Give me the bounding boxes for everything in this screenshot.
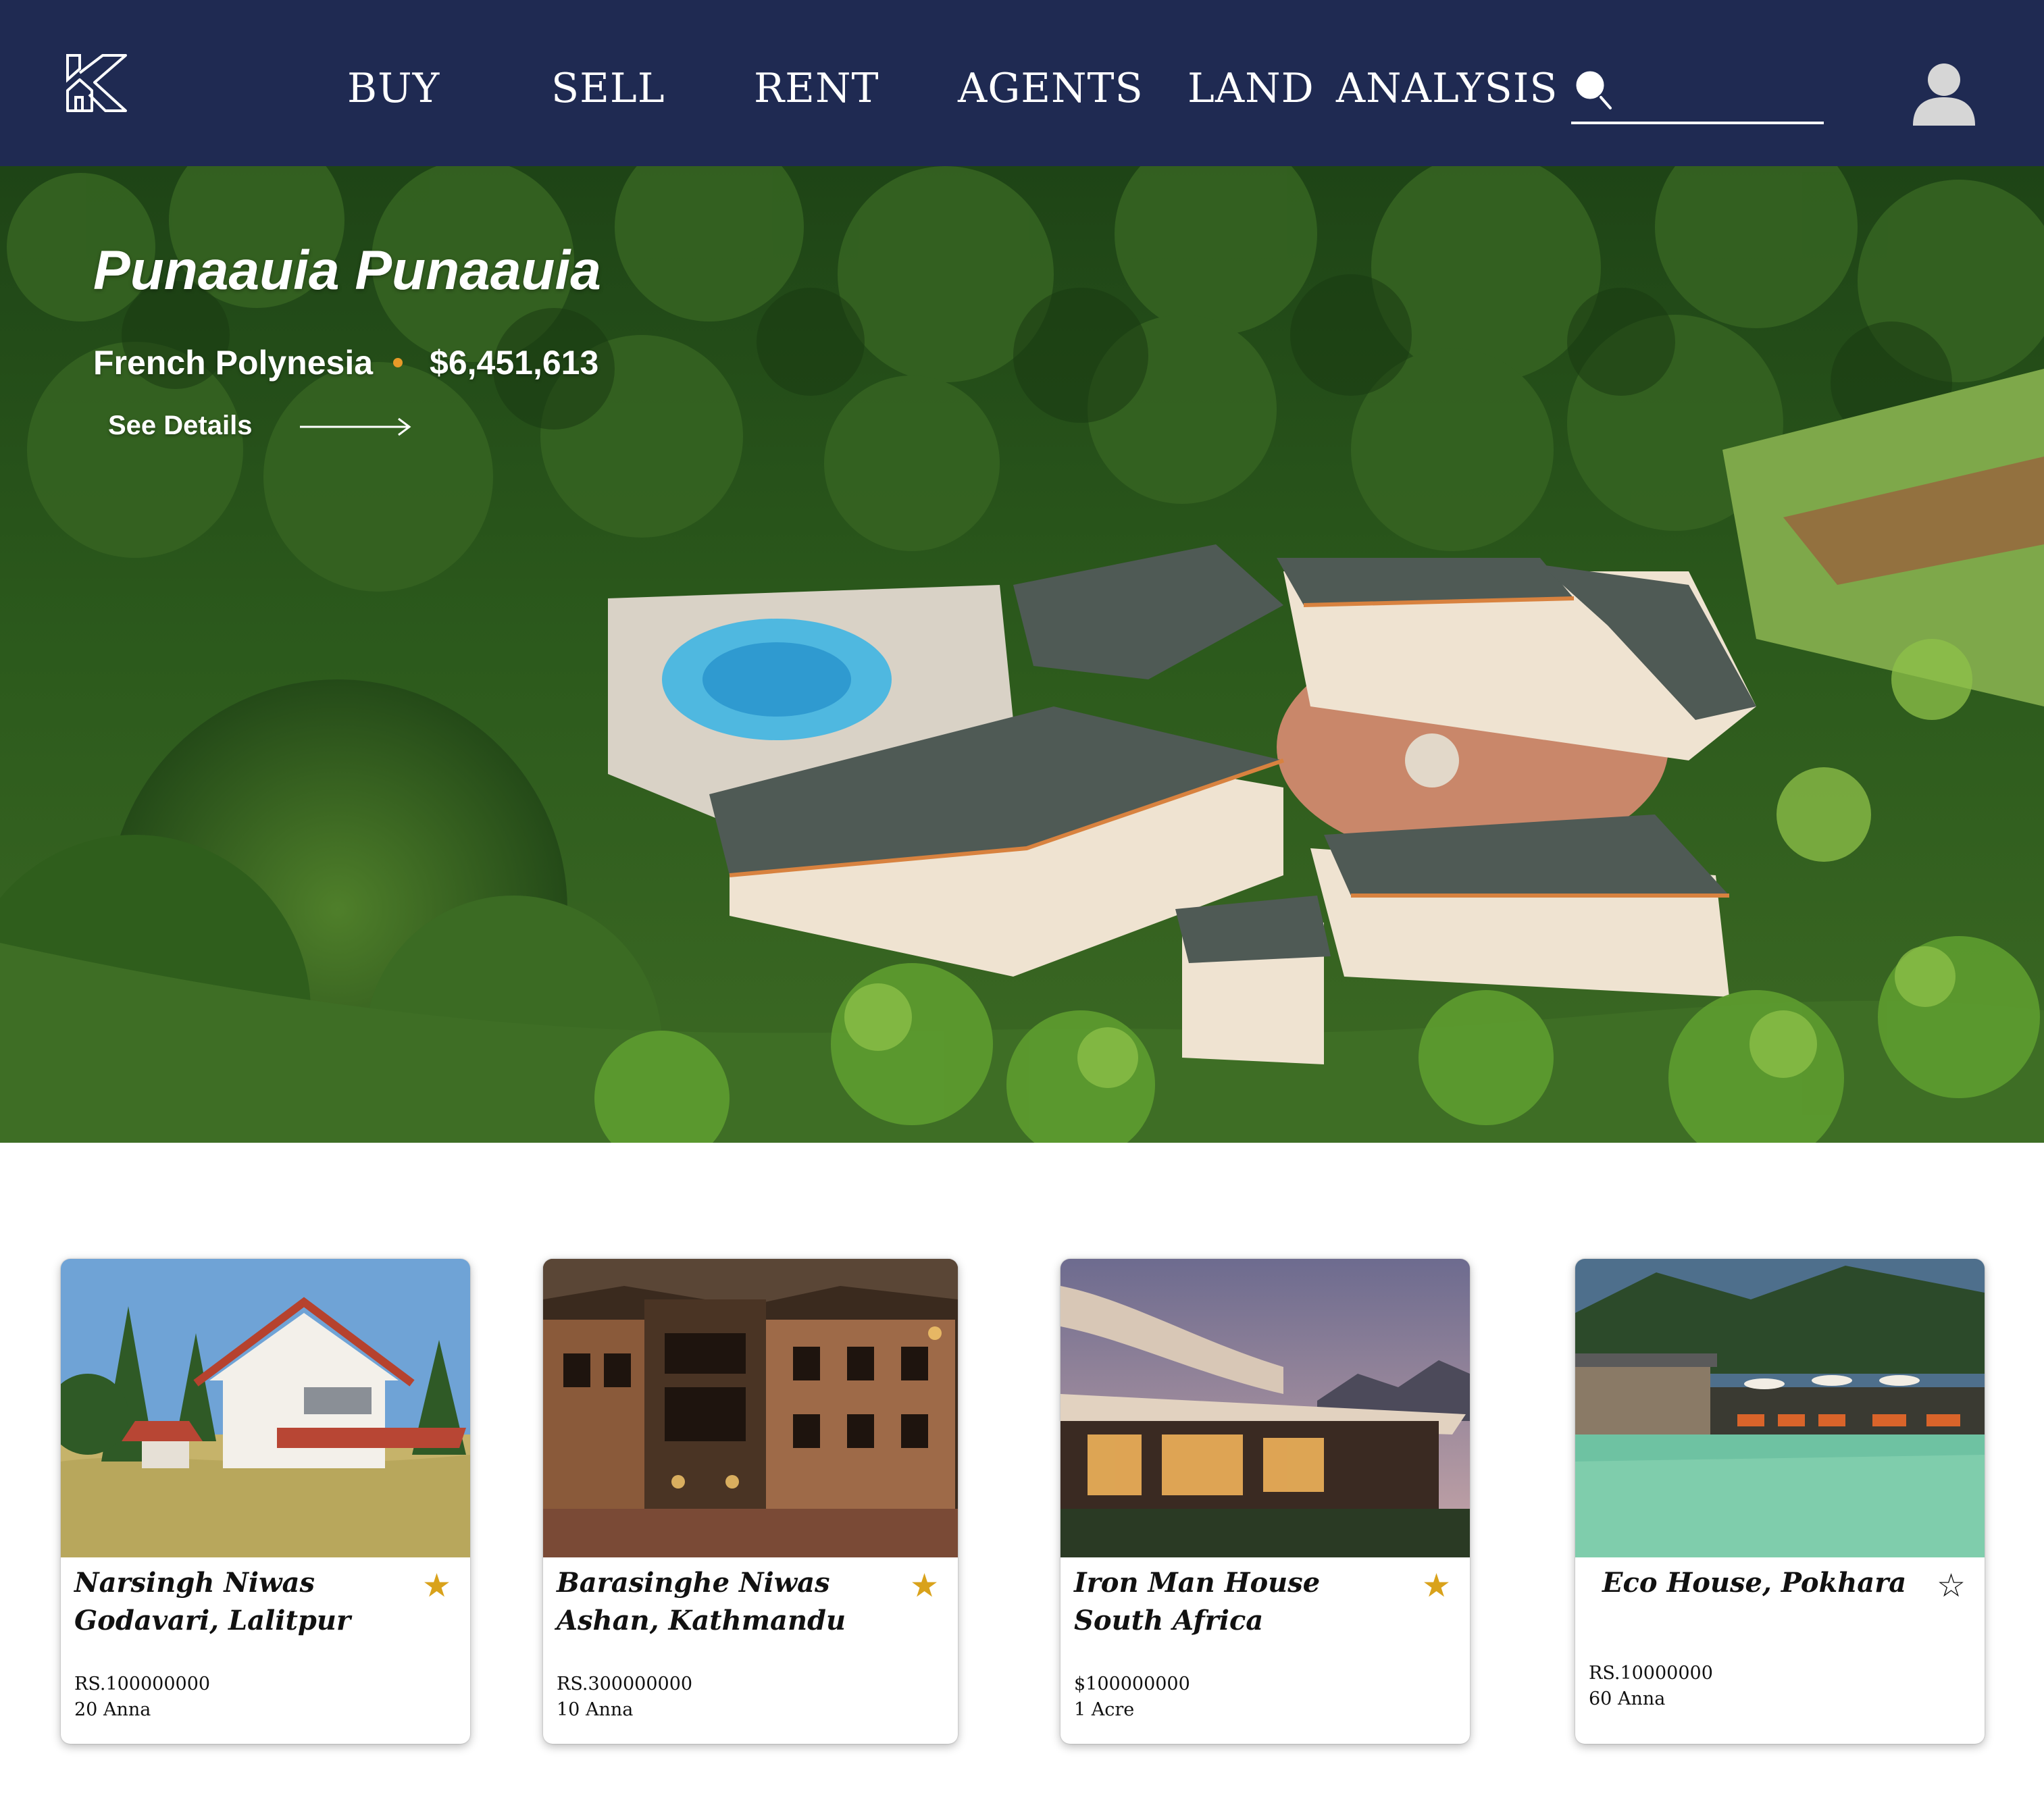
user-icon[interactable] — [1910, 59, 1978, 127]
listing-area: 10 Anna — [557, 1699, 634, 1720]
listing-price: $100000000 — [1074, 1674, 1190, 1695]
listing-price: RS.100000000 — [74, 1674, 211, 1695]
listing-area: 1 Acre — [1074, 1699, 1135, 1720]
listing-name: Barasinghe Niwas Ashan, Kathmandu — [557, 1564, 874, 1640]
star-icon[interactable]: ★ — [422, 1567, 451, 1605]
star-icon[interactable]: ★ — [1422, 1567, 1451, 1605]
separator-dot — [393, 357, 403, 367]
listing-name-line2: South Africa — [1074, 1605, 1264, 1636]
hero-title: Punaauia Punaauia — [93, 240, 601, 301]
listing-card[interactable]: Eco House, Pokhara ☆ RS.10000000 60 Anna — [1575, 1259, 1985, 1744]
listing-name-line2: Ashan, Kathmandu — [557, 1605, 846, 1636]
listing-area: 60 Anna — [1589, 1688, 1666, 1709]
hero-location: French Polynesia — [93, 343, 374, 382]
listing-name: Narsingh Niwas Godavari, Lalitpur — [74, 1564, 392, 1640]
listing-name-line1: Barasinghe Niwas — [557, 1567, 830, 1599]
listing-price: RS.10000000 — [1589, 1663, 1713, 1684]
nav-land-analysis[interactable]: LAND ANALYSIS — [1187, 65, 1558, 119]
listing-name-line1: Iron Man House — [1074, 1567, 1321, 1599]
listing-name: Eco House, Pokhara — [1602, 1564, 1920, 1602]
see-details-link[interactable]: See Details — [108, 411, 252, 441]
k-house-logo-icon[interactable] — [63, 53, 128, 113]
listing-name-line1: Narsingh Niwas — [74, 1567, 315, 1599]
listing-name: Iron Man House South Africa — [1074, 1564, 1391, 1640]
hero-subline: French Polynesia $6,451,613 — [93, 340, 599, 382]
nav-buy[interactable]: BUY — [347, 65, 440, 119]
listing-area: 20 Anna — [74, 1699, 151, 1720]
listing-card[interactable]: Narsingh Niwas Godavari, Lalitpur ★ RS.1… — [61, 1259, 470, 1744]
listing-name-line1: Eco House, Pokhara — [1602, 1567, 1907, 1599]
star-icon[interactable]: ★ — [910, 1567, 939, 1605]
listing-card[interactable]: Barasinghe Niwas Ashan, Kathmandu ★ RS.3… — [543, 1259, 958, 1744]
search-underline — [1571, 122, 1824, 124]
hero-banner: Punaauia Punaauia French Polynesia $6,451… — [0, 166, 2044, 1143]
listing-price: RS.300000000 — [557, 1674, 693, 1695]
nav-agents[interactable]: AGENTS — [958, 65, 1144, 119]
listing-photo-house — [61, 1259, 470, 1557]
hero-price: $6,451,613 — [430, 343, 599, 382]
nav-rent[interactable]: RENT — [754, 65, 879, 119]
search-bar — [1571, 61, 1824, 126]
top-navbar: BUY SELL RENT AGENTS LAND ANALYSIS — [0, 0, 2044, 166]
listing-photo-courtyard — [543, 1259, 958, 1557]
search-icon[interactable] — [1571, 66, 1614, 113]
arrow-right-icon[interactable] — [300, 413, 412, 440]
search-input[interactable] — [1620, 72, 1822, 112]
listing-photo-resort-pool — [1575, 1259, 1985, 1557]
nav-sell[interactable]: SELL — [551, 65, 665, 119]
listing-card[interactable]: Iron Man House South Africa ★ $100000000… — [1061, 1259, 1470, 1744]
star-outline-icon[interactable]: ☆ — [1937, 1567, 1966, 1605]
hero-villa-image — [0, 166, 2044, 1143]
listing-name-line2: Godavari, Lalitpur — [74, 1605, 351, 1636]
listing-photo-modern-house — [1061, 1259, 1470, 1557]
